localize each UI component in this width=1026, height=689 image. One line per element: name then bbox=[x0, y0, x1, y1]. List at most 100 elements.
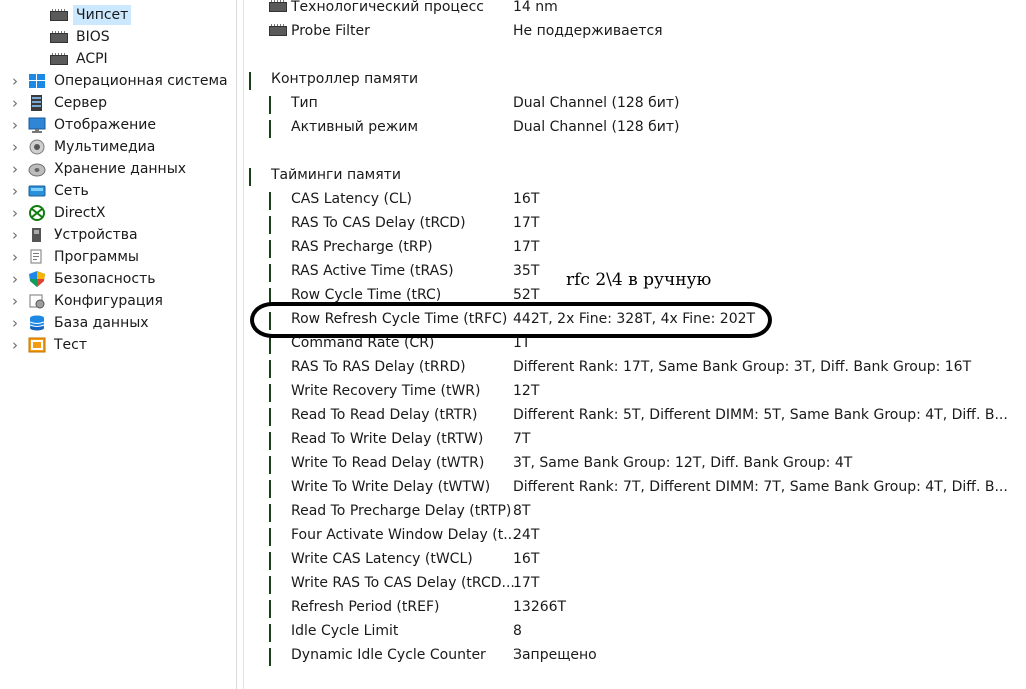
pane-splitter[interactable] bbox=[236, 0, 237, 689]
chevron-right-icon[interactable]: › bbox=[8, 224, 22, 246]
field-value: 17T bbox=[513, 215, 540, 231]
tree-item-4[interactable]: Сервер bbox=[28, 92, 110, 114]
tree-item-label: BIOS bbox=[76, 29, 110, 45]
tree-item-label: Сервер bbox=[54, 95, 108, 111]
ram-icon bbox=[269, 408, 287, 426]
details-list: Технологический процесс 14 nm Probe Filter… bbox=[244, 0, 1026, 689]
field-value: 16T bbox=[513, 551, 540, 567]
chevron-right-icon[interactable]: › bbox=[8, 290, 22, 312]
tree-item-5[interactable]: Отображение bbox=[28, 114, 159, 136]
details-row[interactable]: Dynamic Idle Cycle Counter Запрещено bbox=[244, 643, 1024, 667]
field-value: 8T bbox=[513, 503, 531, 519]
ram-icon bbox=[269, 384, 287, 402]
chevron-right-icon[interactable]: › bbox=[8, 70, 22, 92]
details-row[interactable]: CAS Latency (CL) 16T bbox=[244, 187, 1024, 211]
field-name: Write To Read Delay (tWTR) bbox=[291, 455, 485, 471]
details-row[interactable]: Тип Dual Channel (128 бит) bbox=[244, 91, 1024, 115]
tree-item-label: Программы bbox=[54, 249, 139, 265]
details-row[interactable]: RAS To RAS Delay (tRRD) Different Rank: 1… bbox=[244, 355, 1024, 379]
ram-icon bbox=[269, 600, 287, 618]
details-row[interactable]: Read To Precharge Delay (tRTP) 8T bbox=[244, 499, 1024, 523]
ram-icon bbox=[269, 624, 287, 642]
ram-icon bbox=[269, 240, 287, 258]
tree-item-8[interactable]: Сеть bbox=[28, 180, 92, 202]
tree-item-label: Безопасность bbox=[54, 271, 156, 287]
tree-item-10[interactable]: Устройства bbox=[28, 224, 141, 246]
chevron-right-icon[interactable]: › bbox=[8, 334, 22, 356]
field-name: Read To Read Delay (tRTR) bbox=[291, 407, 478, 423]
tree-item-12[interactable]: Безопасность bbox=[28, 268, 158, 290]
tree-item-label: DirectX bbox=[54, 205, 106, 221]
tree-item-1[interactable]: BIOS bbox=[50, 26, 113, 48]
tree-item-13[interactable]: Конфигурация bbox=[28, 290, 166, 312]
details-group[interactable]: Контроллер памяти bbox=[244, 67, 1024, 91]
details-row[interactable]: Write RAS To CAS Delay (tRCD... 17T bbox=[244, 571, 1024, 595]
tree-item-3[interactable]: Операционная система bbox=[28, 70, 231, 92]
chevron-right-icon[interactable]: › bbox=[8, 180, 22, 202]
details-row[interactable]: Write Recovery Time (tWR) 12T bbox=[244, 379, 1024, 403]
tree-item-7[interactable]: Хранение данных bbox=[28, 158, 189, 180]
field-name: RAS Precharge (tRP) bbox=[291, 239, 433, 255]
field-name: Idle Cycle Limit bbox=[291, 623, 399, 639]
tree-item-label: Отображение bbox=[54, 117, 156, 133]
chevron-right-icon[interactable]: › bbox=[8, 202, 22, 224]
details-row[interactable]: Технологический процесс 14 nm bbox=[244, 0, 1024, 19]
details-row[interactable]: Command Rate (CR) 1T bbox=[244, 331, 1024, 355]
details-row[interactable]: Write To Read Delay (tWTR) 3T, Same Bank … bbox=[244, 451, 1024, 475]
field-name: CAS Latency (CL) bbox=[291, 191, 412, 207]
chevron-right-icon[interactable]: › bbox=[8, 312, 22, 334]
group-title: Тайминги памяти bbox=[271, 167, 401, 183]
tree-item-label: Чипсет bbox=[73, 5, 132, 25]
details-row[interactable]: Four Activate Window Delay (t... 24T bbox=[244, 523, 1024, 547]
tree-item-2[interactable]: ACPI bbox=[50, 48, 111, 70]
field-value: 1T bbox=[513, 335, 531, 351]
ram-icon bbox=[269, 336, 287, 354]
details-row[interactable]: RAS To CAS Delay (tRCD) 17T bbox=[244, 211, 1024, 235]
test-icon bbox=[28, 337, 46, 353]
field-value: 24T bbox=[513, 527, 540, 543]
annotation-text: rfc 2\4 в ручную bbox=[566, 270, 712, 290]
details-row[interactable]: Row Refresh Cycle Time (tRFC) 442T, 2x Fi… bbox=[244, 307, 1024, 331]
tree-item-label: Хранение данных bbox=[54, 161, 187, 177]
tree-item-6[interactable]: Мультимедиа bbox=[28, 136, 158, 158]
field-value: 3T, Same Bank Group: 12T, Diff. Bank Gro… bbox=[513, 455, 853, 471]
field-value: 13266T bbox=[513, 599, 567, 615]
chip-icon bbox=[50, 51, 68, 67]
ram-icon bbox=[249, 72, 267, 90]
chevron-right-icon[interactable]: › bbox=[8, 158, 22, 180]
tree-item-15[interactable]: Тест bbox=[28, 334, 90, 356]
details-row[interactable]: Refresh Period (tREF) 13266T bbox=[244, 595, 1024, 619]
field-value: 14 nm bbox=[513, 0, 558, 15]
chevron-right-icon[interactable]: › bbox=[8, 92, 22, 114]
details-row[interactable]: RAS Precharge (tRP) 17T bbox=[244, 235, 1024, 259]
details-group[interactable]: Тайминги памяти bbox=[244, 163, 1024, 187]
field-name: Command Rate (CR) bbox=[291, 335, 435, 351]
ram-icon bbox=[269, 480, 287, 498]
ram-icon bbox=[269, 288, 287, 306]
field-name: RAS To CAS Delay (tRCD) bbox=[291, 215, 466, 231]
details-row[interactable]: Активный режим Dual Channel (128 бит) bbox=[244, 115, 1024, 139]
chevron-right-icon[interactable]: › bbox=[8, 136, 22, 158]
field-value: Запрещено bbox=[513, 647, 597, 663]
chevron-right-icon[interactable]: › bbox=[8, 246, 22, 268]
details-row[interactable]: Read To Read Delay (tRTR) Different Rank:… bbox=[244, 403, 1024, 427]
tree-item-11[interactable]: Программы bbox=[28, 246, 142, 268]
tree-item-14[interactable]: База данных bbox=[28, 312, 152, 334]
ram-icon bbox=[269, 528, 287, 546]
details-row[interactable]: Write CAS Latency (tWCL) 16T bbox=[244, 547, 1024, 571]
details-row[interactable]: Read To Write Delay (tRTW) 7T bbox=[244, 427, 1024, 451]
ram-icon bbox=[269, 96, 287, 114]
tree-item-label: Сеть bbox=[54, 183, 89, 199]
details-row[interactable]: Idle Cycle Limit 8 bbox=[244, 619, 1024, 643]
tree-item-label: Мультимедиа bbox=[54, 139, 156, 155]
tree-item-9[interactable]: DirectX bbox=[28, 202, 109, 224]
details-row[interactable]: Write To Write Delay (tWTW) Different Ran… bbox=[244, 475, 1024, 499]
chevron-right-icon[interactable]: › bbox=[8, 268, 22, 290]
xbox-icon bbox=[28, 205, 46, 221]
navigation-tree: Чипсет BIOS ACPI Операционная система › Серве… bbox=[0, 0, 236, 689]
field-name: Активный режим bbox=[291, 119, 419, 135]
chevron-right-icon[interactable]: › bbox=[8, 114, 22, 136]
details-row[interactable]: Probe Filter Не поддерживается bbox=[244, 19, 1024, 43]
field-value: 12T bbox=[513, 383, 540, 399]
tree-item-0[interactable]: Чипсет bbox=[50, 4, 132, 26]
